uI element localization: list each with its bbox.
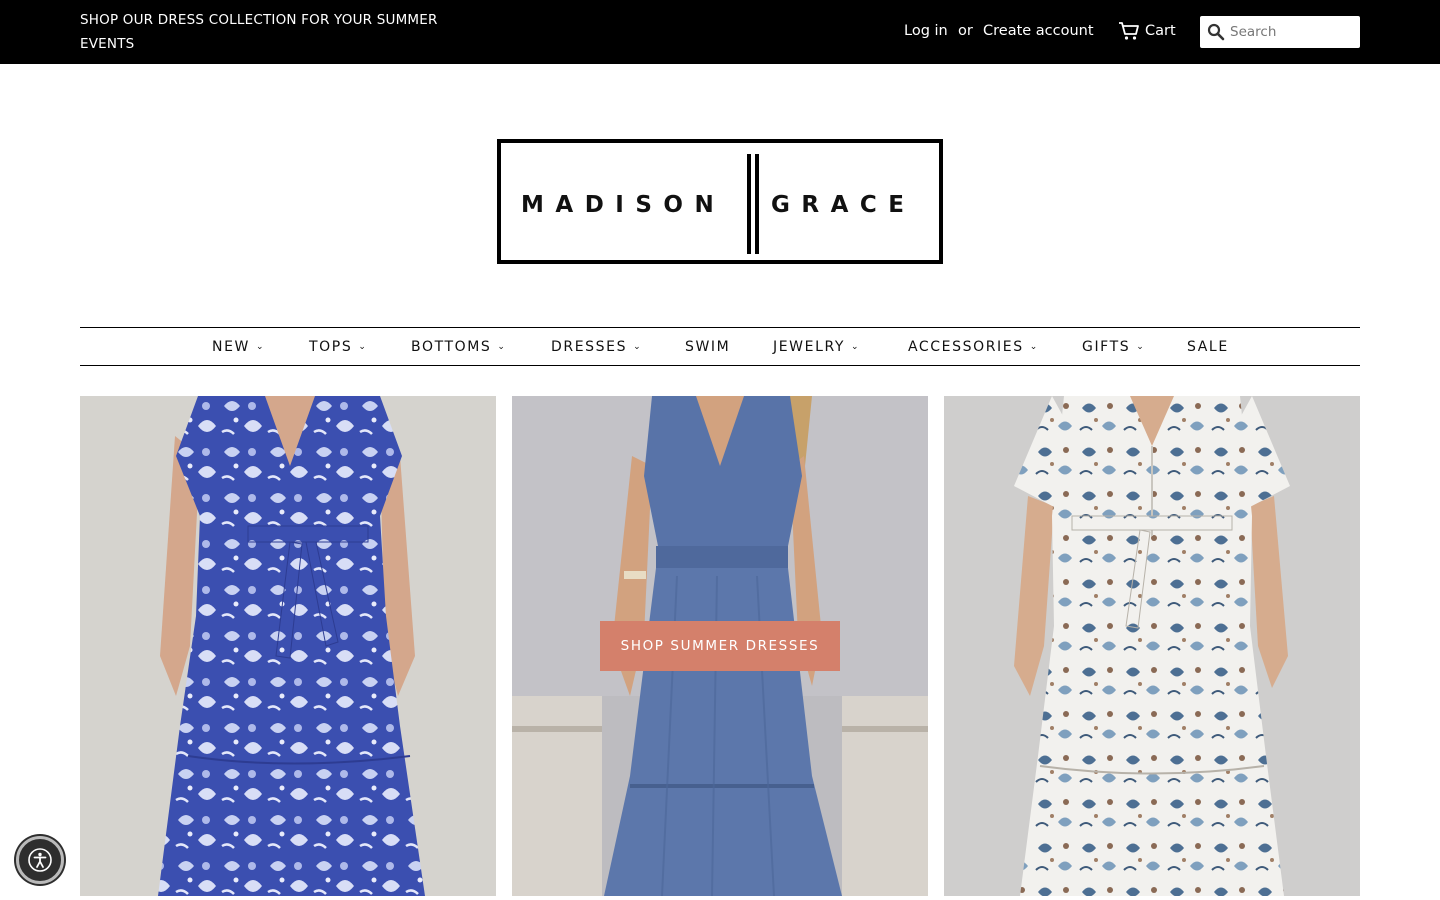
create-account-link[interactable]: Create account xyxy=(983,20,1094,42)
nav-label: JEWELRY xyxy=(773,339,846,355)
logo-divider-left xyxy=(747,154,751,254)
nav-label: ACCESSORIES xyxy=(908,339,1024,355)
nav-label: GIFTS xyxy=(1082,339,1131,355)
shop-summer-dresses-button[interactable]: SHOP SUMMER DRESSES xyxy=(600,621,840,671)
site-logo[interactable]: MADISON GRACE xyxy=(497,139,943,264)
nav-label: DRESSES xyxy=(551,339,628,355)
nav-item-jewelry[interactable]: JEWELRY ⌄ xyxy=(773,337,859,357)
search-icon[interactable] xyxy=(1207,23,1225,41)
chevron-down-icon: ⌄ xyxy=(851,342,859,352)
logo-divider-right xyxy=(755,154,759,254)
nav-item-tops[interactable]: TOPS ⌄ xyxy=(309,337,366,357)
chevron-down-icon: ⌄ xyxy=(497,342,505,352)
nav-item-sale[interactable]: SALE xyxy=(1187,337,1229,357)
hero-image-white-floral-dress[interactable] xyxy=(944,396,1360,896)
main-nav: NEW ⌄ TOPS ⌄ BOTTOMS ⌄ DRESSES ⌄ SWIM JEWELR… xyxy=(80,327,1360,366)
accessibility-button[interactable] xyxy=(16,836,64,884)
announcement-text[interactable]: SHOP OUR DRESS COLLECTION FOR YOUR SUMME… xyxy=(80,8,500,56)
chevron-down-icon: ⌄ xyxy=(358,342,366,352)
logo-word-grace: GRACE xyxy=(771,192,916,218)
cart-link[interactable]: Cart xyxy=(1145,20,1176,42)
hero-image-blue-floral-dress[interactable] xyxy=(80,396,496,896)
account-separator: or xyxy=(958,23,973,39)
search-box[interactable] xyxy=(1200,16,1360,48)
chevron-down-icon: ⌄ xyxy=(1029,342,1038,352)
nav-label: TOPS xyxy=(309,339,353,355)
logo-word-madison: MADISON xyxy=(521,192,726,218)
nav-item-dresses[interactable]: DRESSES ⌄ xyxy=(551,337,641,357)
announcement-line-1: SHOP OUR DRESS COLLECTION FOR YOUR SUMME… xyxy=(80,12,438,28)
nav-item-gifts[interactable]: GIFTS ⌄ xyxy=(1082,337,1144,357)
nav-label: BOTTOMS xyxy=(411,339,492,355)
search-input[interactable] xyxy=(1230,20,1354,44)
announcement-line-2: EVENTS xyxy=(80,36,135,52)
nav-label: SWIM xyxy=(685,339,731,355)
cart-icon[interactable] xyxy=(1118,21,1140,41)
nav-item-bottoms[interactable]: BOTTOMS ⌄ xyxy=(411,337,505,357)
announcement-bar: SHOP OUR DRESS COLLECTION FOR YOUR SUMME… xyxy=(0,0,1440,64)
nav-item-swim[interactable]: SWIM xyxy=(685,337,730,357)
chevron-down-icon: ⌄ xyxy=(255,342,264,352)
nav-label: NEW xyxy=(212,339,250,355)
chevron-down-icon: ⌄ xyxy=(633,342,641,352)
nav-item-accessories[interactable]: ACCESSORIES ⌄ xyxy=(908,337,1037,357)
nav-label: SALE xyxy=(1187,339,1229,355)
nav-item-new[interactable]: NEW ⌄ xyxy=(212,337,264,357)
chevron-down-icon: ⌄ xyxy=(1136,342,1144,352)
login-link[interactable]: Log in xyxy=(904,20,948,42)
